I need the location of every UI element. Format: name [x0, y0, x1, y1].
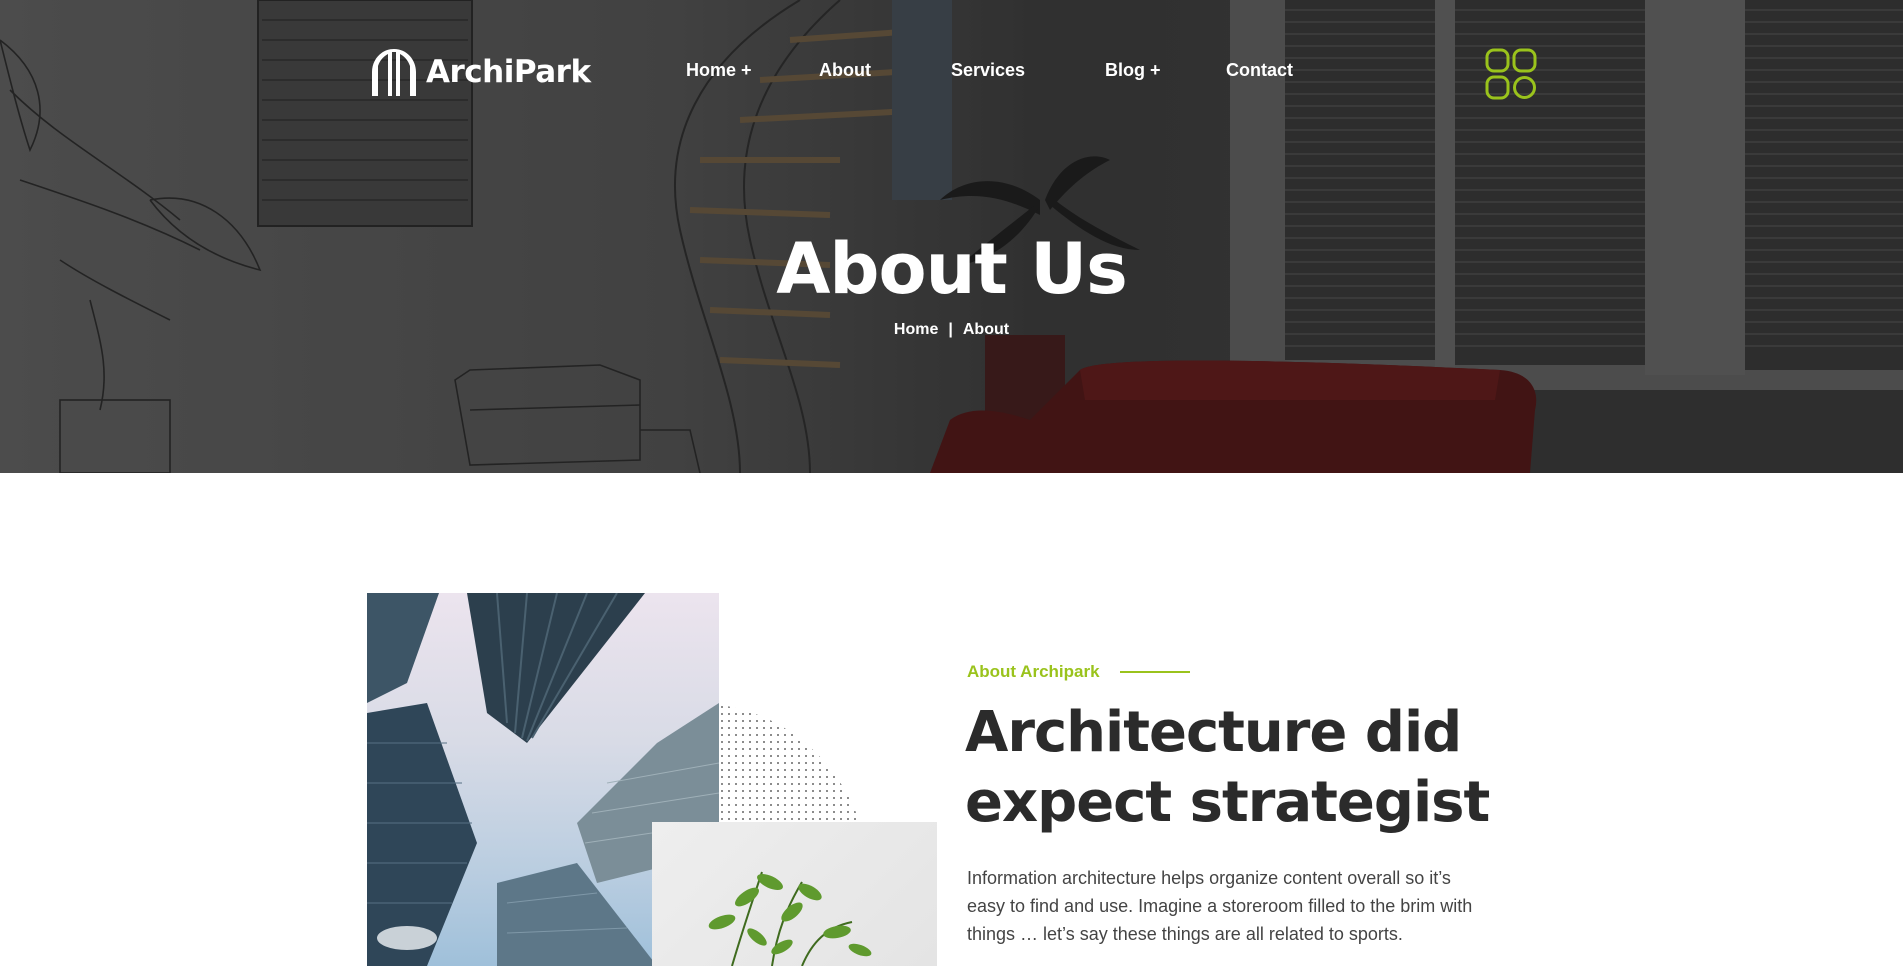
plant-image — [652, 822, 937, 966]
about-heading: Architecture did expect strategist — [965, 698, 1525, 838]
section-eyebrow: About Archipark — [967, 662, 1190, 682]
about-heading-line-2: expect strategist — [965, 770, 1490, 835]
breadcrumb-separator: | — [948, 321, 953, 338]
breadcrumb-home-link[interactable]: Home — [894, 321, 938, 338]
main-navigation: Home + About Services Blog + Contact — [0, 60, 1903, 84]
nav-item-home[interactable]: Home + — [686, 60, 752, 81]
about-heading-line-1: Architecture did — [965, 700, 1462, 765]
breadcrumb: Home | About — [0, 321, 1903, 339]
nav-item-contact[interactable]: Contact — [1226, 60, 1293, 81]
eyebrow-line — [1119, 671, 1190, 673]
eyebrow-label: About Archipark — [967, 662, 1100, 681]
grid-menu-icon[interactable] — [1485, 48, 1537, 100]
nav-item-services[interactable]: Services — [951, 60, 1025, 81]
nav-item-about[interactable]: About — [819, 60, 871, 81]
page-title: About Us — [776, 228, 1128, 310]
page-hero: ArchiPark Home + About Services Blog + C… — [0, 0, 1903, 473]
decorative-dot-pattern — [720, 705, 860, 823]
about-description: Information architecture helps organize … — [967, 868, 1473, 944]
breadcrumb-current: About — [962, 321, 1010, 338]
nav-item-blog[interactable]: Blog + — [1105, 60, 1161, 81]
